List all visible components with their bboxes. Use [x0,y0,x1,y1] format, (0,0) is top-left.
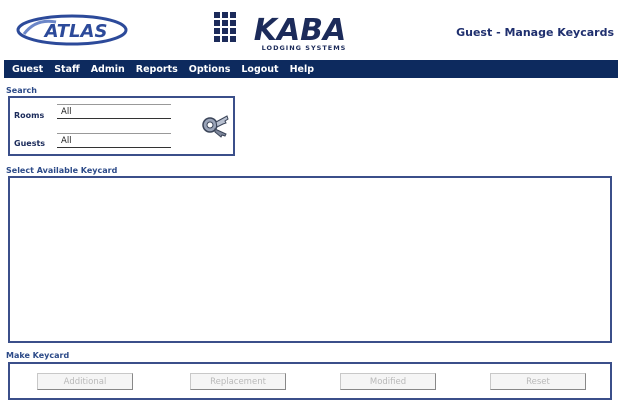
svg-text:KABA: KABA [254,13,347,48]
guests-label: Guests [14,139,46,148]
keycard-section-label: Select Available Keycard [6,166,118,175]
nav-admin[interactable]: Admin [91,64,125,75]
nav-reports[interactable]: Reports [136,64,178,75]
make-keycard-section-label: Make Keycard [6,351,70,360]
svg-text:ATLAS: ATLAS [43,21,108,42]
main-nav: Guest Staff Admin Reports Options Logout… [4,60,618,78]
modified-button[interactable]: Modified [340,373,436,390]
kaba-logo: KABA LODGING SYSTEMS [214,12,347,52]
nav-help[interactable]: Help [290,64,314,75]
search-panel: Rooms Guests [8,96,235,156]
make-keycard-panel: Additional Replacement Modified Reset [8,362,612,400]
nav-staff[interactable]: Staff [54,64,80,75]
rooms-input[interactable] [57,104,171,119]
app-header: ATLAS KABA LODGING SYSTEMS Guest - Manag… [0,0,618,60]
atlas-logo: ATLAS [16,14,128,46]
page-title: Guest - Manage Keycards [456,26,614,39]
reset-button[interactable]: Reset [490,373,586,390]
keycard-list[interactable] [8,176,612,343]
nav-logout[interactable]: Logout [241,64,278,75]
search-section-label: Search [6,86,37,95]
replacement-button[interactable]: Replacement [190,373,286,390]
keys-search-icon[interactable] [198,112,230,138]
svg-text:LODGING SYSTEMS: LODGING SYSTEMS [262,44,347,52]
rooms-label: Rooms [14,111,45,120]
nav-options[interactable]: Options [189,64,231,75]
additional-button[interactable]: Additional [37,373,133,390]
nav-guest[interactable]: Guest [12,64,43,75]
guests-input[interactable] [57,133,171,148]
